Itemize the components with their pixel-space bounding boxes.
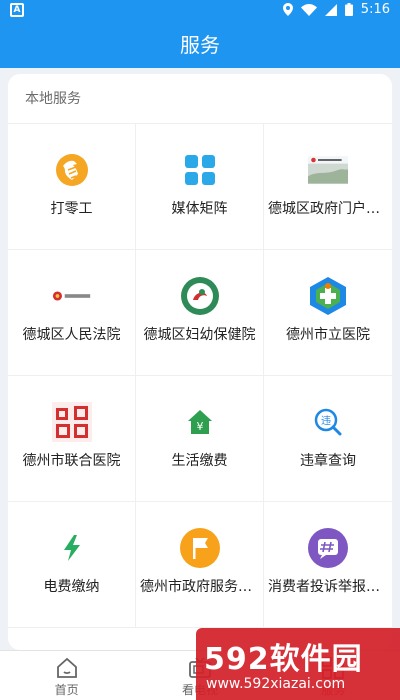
services-row: 打零工 媒体矩阵 德城区政府门户网...	[8, 124, 392, 250]
service-label: 电费缴纳	[43, 579, 100, 595]
svg-text:违: 违	[321, 415, 331, 427]
nav-label: 首页	[54, 683, 79, 697]
hospital-logo-icon	[308, 276, 348, 316]
clock: 5:16	[360, 2, 390, 17]
status-icons: 5:16	[282, 2, 390, 17]
home-icon	[56, 657, 77, 678]
services-grid: 打零工 媒体矩阵 德城区政府门户网... 德城区人民法院 德城区妇幼保健院 德州…	[8, 124, 392, 628]
service-label: 德州市联合医院	[22, 453, 121, 469]
united-hospital-seal-icon	[52, 402, 92, 442]
hashtag-message-icon	[308, 528, 348, 568]
service-label: 德城区妇幼保健院	[143, 327, 256, 343]
service-item[interactable]: 德州市政府服务热...	[136, 502, 264, 628]
app-bar: 服务	[0, 22, 400, 68]
grid-squares-icon	[180, 150, 220, 190]
service-label: 德州市政府服务热...	[140, 579, 259, 595]
service-label: 德城区政府门户网...	[268, 201, 388, 217]
svg-text:¥: ¥	[197, 420, 204, 433]
service-item[interactable]: 媒体矩阵	[136, 124, 264, 250]
nav-item-home[interactable]: 首页	[0, 651, 133, 700]
house-payment-icon: ¥	[180, 402, 220, 442]
lightning-icon	[52, 528, 92, 568]
service-item[interactable]: 德州市联合医院	[8, 376, 136, 502]
service-item[interactable]: ¥ 生活缴费	[136, 376, 264, 502]
service-label: 生活缴费	[171, 453, 228, 469]
maternity-hospital-logo-icon	[180, 276, 220, 316]
hand-worker-icon	[52, 150, 92, 190]
violation-search-icon: 违	[308, 402, 348, 442]
service-label: 打零工	[50, 201, 93, 217]
service-item[interactable]: 电费缴纳	[8, 502, 136, 628]
service-item[interactable]: 德城区人民法院	[8, 250, 136, 376]
status-bar: A 5:16	[0, 0, 400, 22]
app-notification-icon: A	[10, 3, 24, 17]
services-row: 德城区人民法院 德城区妇幼保健院 德州市立医院	[8, 250, 392, 376]
services-row: 德州市联合医院 ¥ 生活缴费 违 违章查询	[8, 376, 392, 502]
watermark-logo-text: 592软件园	[204, 642, 363, 677]
watermark-overlay: 592软件园 www.592xiazai.com	[196, 628, 400, 700]
court-emblem-icon	[52, 276, 92, 316]
service-label: 德城区人民法院	[22, 327, 121, 343]
government-portal-thumbnail-icon	[308, 150, 348, 190]
battery-icon	[344, 3, 353, 16]
section-title: 本地服务	[8, 74, 392, 124]
service-label: 消费者投诉举报热...	[268, 579, 388, 595]
service-item[interactable]: 消费者投诉举报热...	[264, 502, 392, 628]
service-label: 媒体矩阵	[171, 201, 228, 217]
page-title: 服务	[180, 33, 220, 57]
service-label: 德州市立医院	[286, 327, 370, 343]
service-label: 违章查询	[300, 453, 356, 469]
service-item[interactable]: 打零工	[8, 124, 136, 250]
watermark-url: www.592xiazai.com	[206, 676, 346, 692]
services-row: 电费缴纳 德州市政府服务热... 消费者投诉举报热...	[8, 502, 392, 628]
flag-icon	[180, 528, 220, 568]
wifi-icon	[300, 3, 317, 16]
service-item[interactable]: 德州市立医院	[264, 250, 392, 376]
service-item[interactable]: 德城区政府门户网...	[264, 124, 392, 250]
location-icon	[282, 3, 293, 16]
local-services-card: 本地服务 打零工 媒体矩阵 德城区政府门户网... 德城区人民法院 德城区妇幼保…	[8, 74, 392, 650]
service-item[interactable]: 德城区妇幼保健院	[136, 250, 264, 376]
service-item[interactable]: 违 违章查询	[264, 376, 392, 502]
signal-icon	[324, 3, 337, 16]
